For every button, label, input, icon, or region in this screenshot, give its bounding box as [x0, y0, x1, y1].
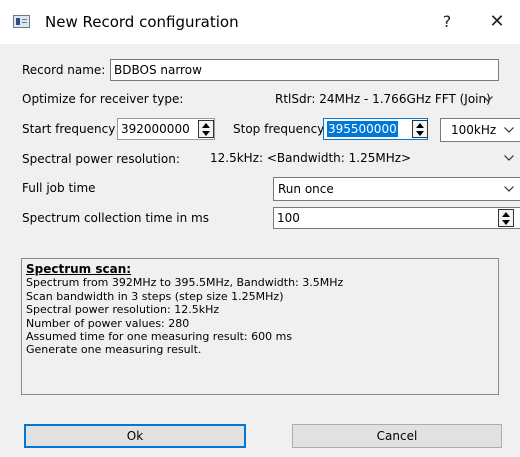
- cancel-button[interactable]: Cancel: [292, 424, 502, 448]
- start-frequency-label: Start frequency: [22, 122, 116, 136]
- stop-frequency-spinner[interactable]: [412, 120, 428, 138]
- spin-up-icon: [502, 212, 510, 217]
- job-time-select[interactable]: Run once: [273, 177, 520, 201]
- start-frequency-spinner[interactable]: [198, 120, 214, 138]
- summary-line: Assumed time for one measuring result: 6…: [26, 330, 293, 344]
- close-button[interactable]: ✕: [474, 6, 520, 38]
- help-button[interactable]: ?: [424, 6, 470, 38]
- resolution-select[interactable]: 12.5kHz: <Bandwidth: 1.25MHz>: [206, 147, 520, 171]
- job-time-value: Run once: [278, 182, 334, 196]
- chevron-down-icon: [483, 96, 493, 102]
- app-window-icon: [13, 15, 30, 28]
- summary-line: Spectrum from 392MHz to 395.5MHz, Bandwi…: [26, 276, 344, 290]
- spin-up-icon: [202, 123, 210, 128]
- job-time-label: Full job time: [22, 181, 96, 195]
- collection-time-value: 100: [277, 211, 300, 225]
- step-size-select[interactable]: 100kHz: [440, 118, 520, 142]
- summary-line: Spectral power resolution: 12.5kHz: [26, 303, 220, 317]
- window-title: New Record configuration: [45, 13, 239, 31]
- spin-up-icon: [416, 123, 424, 128]
- record-name-label: Record name:: [22, 63, 106, 77]
- start-frequency-value: 392000000: [121, 122, 190, 136]
- ok-button[interactable]: Ok: [24, 424, 246, 448]
- step-size-value: 100kHz: [451, 123, 497, 137]
- stop-frequency-label: Stop frequency: [233, 122, 325, 136]
- collection-time-spinner[interactable]: [498, 209, 514, 227]
- summary-heading: Spectrum scan:: [26, 262, 132, 276]
- resolution-label: Spectral power resolution:: [22, 152, 180, 166]
- dialog-body: Record name: BDBOS narrow Optimize for r…: [0, 44, 520, 457]
- receiver-type-value: RtlSdr: 24MHz - 1.766GHz FFT (Join): [275, 92, 491, 106]
- collection-time-input[interactable]: 100: [273, 207, 520, 229]
- spin-down-icon: [502, 220, 510, 225]
- summary-line: Scan bandwidth in 3 steps (step size 1.2…: [26, 289, 284, 303]
- chevron-down-icon: [504, 186, 514, 192]
- summary-line: Generate one measuring result.: [26, 343, 202, 357]
- collection-time-label: Spectrum collection time in ms: [22, 211, 209, 225]
- optimize-label: Optimize for receiver type:: [22, 92, 184, 106]
- stop-frequency-value: 395500000: [327, 121, 398, 137]
- resolution-value: 12.5kHz: <Bandwidth: 1.25MHz>: [210, 151, 412, 165]
- chevron-down-icon: [504, 127, 514, 133]
- summary-line: Number of power values: 280: [26, 316, 190, 330]
- chevron-down-icon: [504, 155, 514, 161]
- spectrum-scan-summary: Spectrum scan: Spectrum from 392MHz to 3…: [21, 258, 499, 395]
- record-name-input[interactable]: BDBOS narrow: [110, 59, 499, 81]
- spin-down-icon: [416, 131, 424, 136]
- title-bar: New Record configuration ? ✕: [0, 0, 520, 44]
- spin-down-icon: [202, 131, 210, 136]
- receiver-type-select[interactable]: RtlSdr: 24MHz - 1.766GHz FFT (Join): [269, 88, 499, 112]
